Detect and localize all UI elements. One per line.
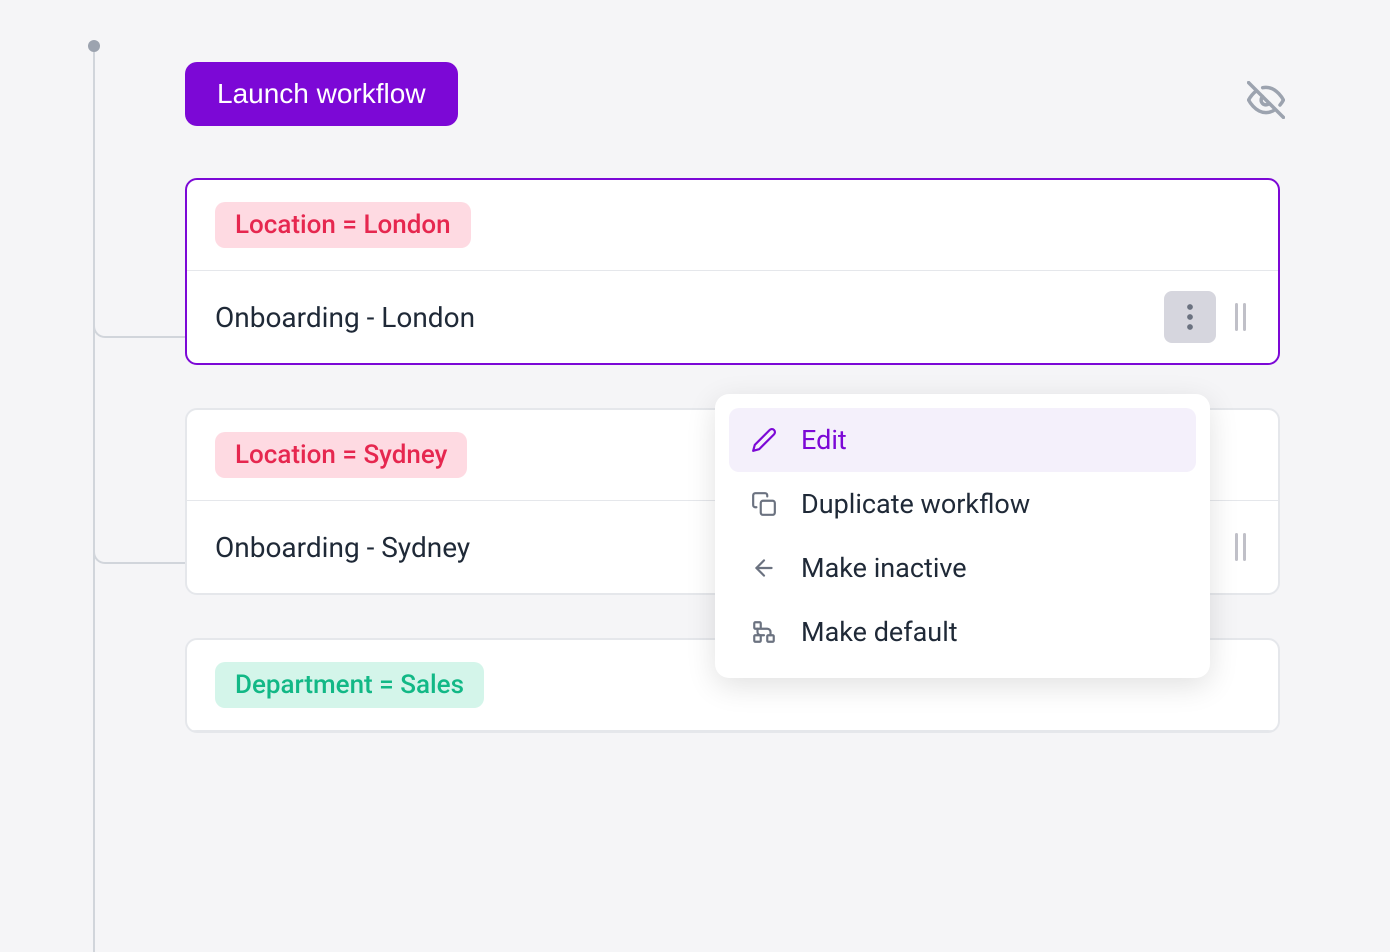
more-options-button[interactable] [1164,291,1216,343]
drag-handle-icon[interactable] [1230,533,1250,561]
condition-tag: Location = Sydney [215,432,467,478]
sitemap-icon [749,619,779,645]
arrow-left-icon [749,555,779,581]
timeline-line [93,52,95,952]
menu-item-make-inactive[interactable]: Make inactive [729,536,1196,600]
menu-item-edit[interactable]: Edit [729,408,1196,472]
menu-item-make-default[interactable]: Make default [729,600,1196,664]
copy-icon [749,491,779,517]
workflow-card[interactable]: Location = London Onboarding - London [185,178,1280,365]
visibility-off-icon[interactable] [1244,78,1288,122]
connector-line [93,320,185,338]
menu-item-label: Edit [801,424,847,456]
condition-tag: Department = Sales [215,662,484,708]
launch-workflow-button[interactable]: Launch workflow [185,62,458,126]
card-header: Location = London [187,180,1278,271]
connector-line [93,546,185,564]
condition-tag: Location = London [215,202,471,248]
drag-handle-icon[interactable] [1230,303,1250,331]
timeline-start-dot [88,40,100,52]
context-menu: Edit Duplicate workflow Make inactive Ma… [715,394,1210,678]
menu-item-label: Make default [801,616,958,648]
menu-item-label: Make inactive [801,552,967,584]
workflow-title: Onboarding - London [215,301,1164,334]
menu-item-duplicate[interactable]: Duplicate workflow [729,472,1196,536]
pencil-icon [749,427,779,453]
menu-item-label: Duplicate workflow [801,488,1030,520]
